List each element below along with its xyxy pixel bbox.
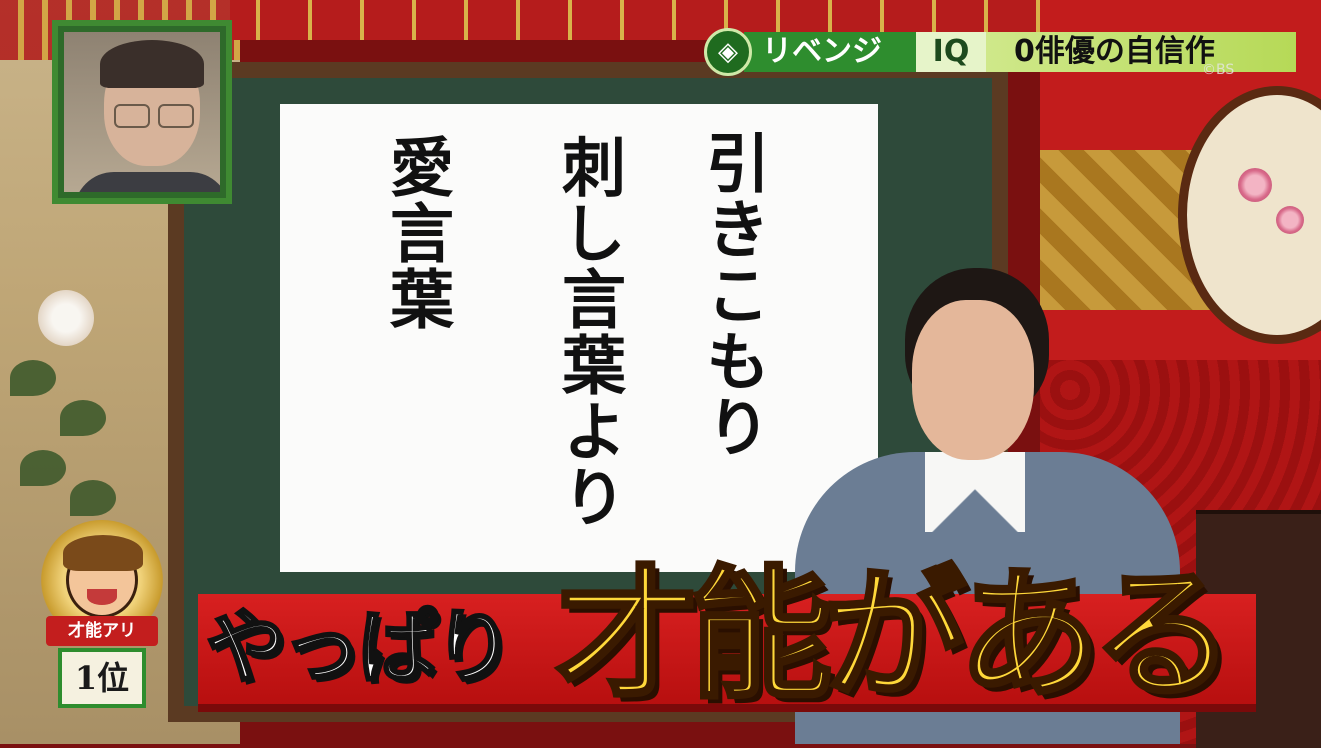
badge-ribbon-label: 才能アリ	[46, 616, 158, 646]
leaf-painting	[20, 450, 66, 486]
pink-flower-painting	[1238, 168, 1272, 202]
cartoon-mascot-icon	[63, 535, 143, 618]
caption-big-text: 才能がある	[554, 553, 1236, 718]
presenter-face	[912, 300, 1034, 460]
caption-small-text: やっぱり	[205, 600, 516, 696]
leaf-painting	[60, 400, 106, 436]
leaf-painting	[10, 360, 56, 396]
pink-flower-painting	[1276, 206, 1304, 234]
banner-title: 0俳優の自信作	[986, 32, 1296, 72]
channel-logo: ©BS	[1202, 62, 1235, 78]
poem-line-3: 愛言葉	[379, 134, 454, 332]
poem-sheet: 引きこもり 刺し言葉より 愛言葉	[280, 104, 878, 572]
banner-revenge-label: リベンジ	[744, 32, 916, 72]
peony-painting	[38, 290, 94, 346]
guest-video	[64, 32, 220, 192]
banner-iq-label: IQ	[916, 32, 986, 72]
guest-wipe-window	[52, 20, 232, 204]
rank-badge: 才能アリ 1位	[40, 520, 164, 716]
poem-line-1: 引きこもり	[695, 130, 770, 460]
guest-hair	[100, 40, 204, 88]
guest-body	[74, 172, 220, 192]
badge-rank-label: 1位	[58, 648, 146, 708]
poem-line-2: 刺し言葉より	[551, 134, 626, 530]
kimono-collar	[925, 452, 1025, 532]
leaf-painting	[70, 480, 116, 516]
green-diamond-crest-icon: ◈	[704, 28, 752, 76]
glasses-icon	[114, 104, 194, 128]
